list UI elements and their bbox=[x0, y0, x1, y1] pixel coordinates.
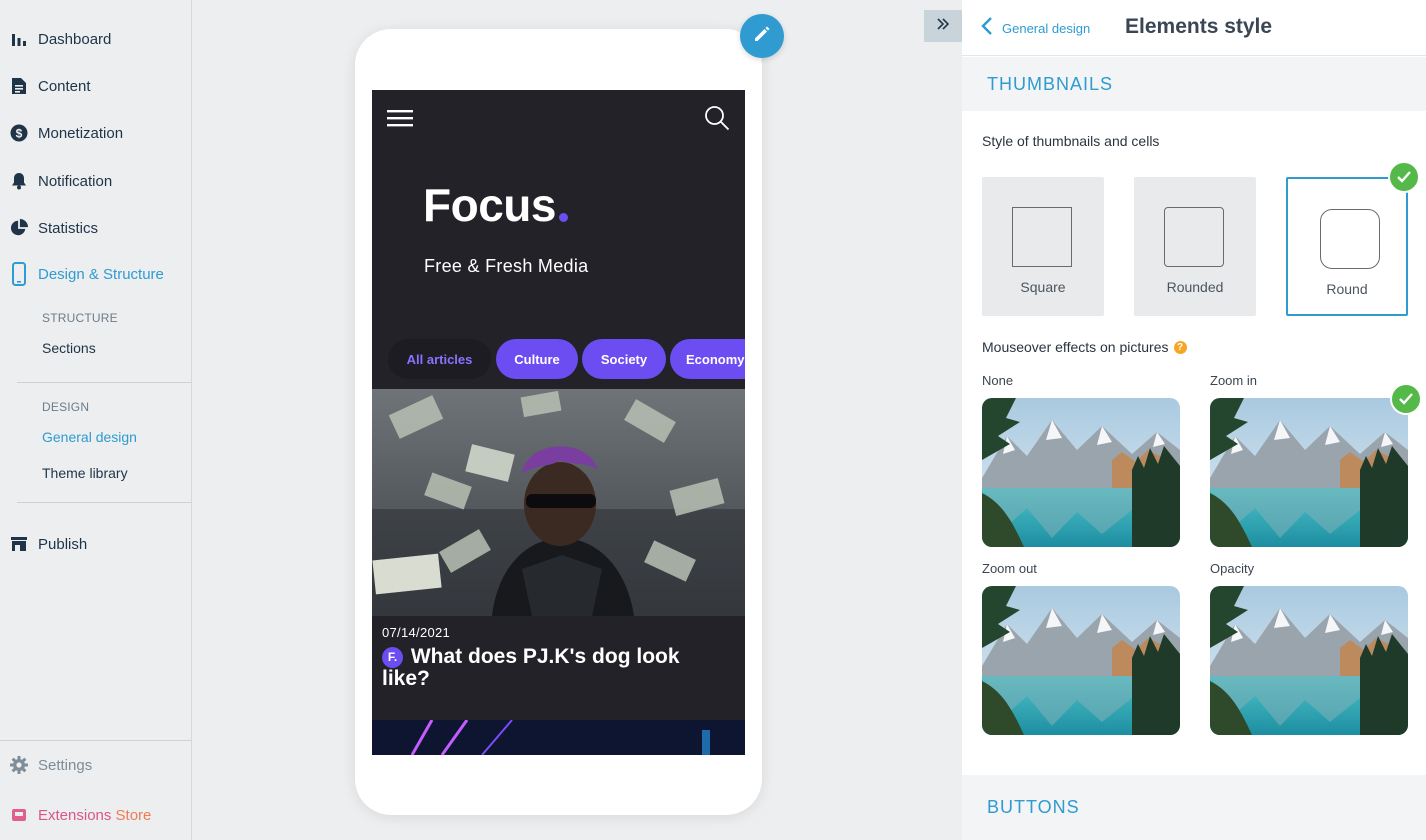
store-word: Store bbox=[115, 806, 152, 824]
edit-preview-button[interactable] bbox=[740, 14, 784, 58]
extensions-word: Extensions bbox=[38, 806, 112, 824]
article-title-text: What does PJ.K's dog look like? bbox=[382, 645, 680, 690]
thumb-option-label: Square bbox=[1020, 279, 1066, 295]
sidebar-item-label: Monetization bbox=[38, 124, 124, 142]
svg-text:$: $ bbox=[16, 127, 23, 141]
panel-title: Elements style bbox=[1125, 15, 1273, 38]
sidebar-item-dashboard[interactable]: Dashboard bbox=[0, 19, 191, 59]
landscape-image bbox=[982, 586, 1180, 735]
category-chip-all-articles[interactable]: All articles bbox=[388, 339, 491, 379]
sidebar: Dashboard Content $ Monetization Notific… bbox=[0, 0, 192, 840]
thumbnails-heading: THUMBNAILS bbox=[987, 73, 1114, 94]
effect-option-opacity[interactable] bbox=[1210, 586, 1408, 735]
search-icon[interactable] bbox=[704, 105, 730, 136]
thumb-option-square[interactable]: Square bbox=[982, 177, 1104, 316]
panel-header: General design Elements style bbox=[962, 0, 1426, 56]
next-article-image[interactable] bbox=[372, 720, 745, 755]
effect-label-zoom-out: Zoom out bbox=[982, 561, 1037, 576]
sidebar-item-label: Publish bbox=[38, 535, 88, 553]
effect-option-none[interactable] bbox=[982, 398, 1180, 547]
sidebar-item-label: Notification bbox=[38, 172, 113, 190]
mobile-icon bbox=[10, 262, 28, 286]
sidebar-item-label: Settings bbox=[38, 756, 93, 774]
sidebar-item-extensions-store[interactable]: Extensions Store bbox=[0, 795, 191, 835]
article-date: 07/14/2021 bbox=[382, 625, 451, 640]
sidebar-item-settings[interactable]: Settings bbox=[0, 745, 191, 785]
sidebar-item-label: Content bbox=[38, 77, 91, 95]
round-preview bbox=[1320, 209, 1380, 269]
sidebar-item-publish[interactable]: Publish bbox=[0, 524, 191, 564]
app-logo: Focus bbox=[423, 180, 568, 230]
phone-screen: Focus Free & Fresh Media All articles Cu… bbox=[372, 90, 745, 755]
rounded-preview bbox=[1164, 207, 1224, 267]
category-chip-culture[interactable]: Culture bbox=[496, 339, 578, 379]
sidebar-item-label: Design & Structure bbox=[38, 265, 164, 283]
thumb-option-rounded[interactable]: Rounded bbox=[1134, 177, 1256, 316]
mouseover-label: Mouseover effects on pictures bbox=[982, 339, 1169, 355]
store-icon bbox=[10, 535, 28, 553]
preview-canvas: Focus Free & Fresh Media All articles Cu… bbox=[192, 0, 962, 840]
bar-chart-icon bbox=[10, 30, 28, 48]
thumb-option-label: Rounded bbox=[1166, 279, 1224, 295]
mouseover-label-row: Mouseover effects on pictures ? bbox=[982, 339, 1187, 355]
landscape-image bbox=[1210, 398, 1408, 547]
sidebar-item-statistics[interactable]: Statistics bbox=[0, 208, 191, 248]
sidebar-item-design-structure[interactable]: Design & Structure bbox=[0, 254, 191, 294]
structure-heading: STRUCTURE bbox=[42, 311, 118, 325]
square-preview bbox=[1012, 207, 1072, 267]
divider bbox=[0, 740, 191, 741]
thumb-option-round[interactable]: Round bbox=[1286, 177, 1408, 316]
effect-label-none: None bbox=[982, 373, 1014, 388]
category-chip-society[interactable]: Society bbox=[582, 339, 666, 379]
hamburger-menu-icon[interactable] bbox=[387, 109, 413, 132]
back-link-label: General design bbox=[1002, 21, 1091, 36]
thumb-style-label: Style of thumbnails and cells bbox=[982, 133, 1160, 149]
selected-check-icon bbox=[1390, 383, 1422, 415]
sidebar-item-notification[interactable]: Notification bbox=[0, 161, 191, 201]
effect-option-zoom-in[interactable] bbox=[1210, 398, 1408, 547]
logo-text: Focus bbox=[423, 179, 556, 231]
back-link[interactable]: General design bbox=[980, 16, 1090, 41]
gear-icon bbox=[10, 756, 28, 774]
landscape-image bbox=[982, 398, 1180, 547]
category-chip-economy[interactable]: Economy bbox=[670, 339, 745, 379]
buttons-section-header[interactable]: BUTTONS bbox=[962, 775, 1426, 840]
effect-option-zoom-out[interactable] bbox=[982, 586, 1180, 735]
landscape-image bbox=[1210, 586, 1408, 735]
sidebar-item-label: Extensions Store bbox=[38, 807, 151, 824]
thumbnails-section-header[interactable]: THUMBNAILS bbox=[962, 57, 1426, 111]
divider bbox=[17, 502, 191, 503]
sidebar-item-content[interactable]: Content bbox=[0, 66, 191, 106]
article-title[interactable]: F. What does PJ.K's dog look like? bbox=[382, 646, 727, 690]
source-badge: F. bbox=[382, 646, 403, 668]
collapse-panel-button[interactable] bbox=[924, 10, 962, 42]
sidebar-item-label: Statistics bbox=[38, 219, 99, 237]
effect-label-opacity: Opacity bbox=[1210, 561, 1255, 576]
design-heading: DESIGN bbox=[42, 400, 90, 414]
chevron-left-icon bbox=[980, 16, 994, 41]
sidebar-subitem-theme-library[interactable]: Theme library bbox=[42, 465, 128, 481]
settings-panel: General design Elements style THUMBNAILS… bbox=[962, 0, 1426, 840]
double-chevron-right-icon bbox=[937, 17, 950, 35]
effect-label-zoom-in: Zoom in bbox=[1210, 373, 1257, 388]
selected-check-icon bbox=[1388, 161, 1420, 193]
article-image[interactable] bbox=[372, 389, 745, 616]
sidebar-subitem-general-design[interactable]: General design bbox=[42, 429, 137, 445]
sidebar-item-monetization[interactable]: $ Monetization bbox=[0, 113, 191, 153]
buttons-heading: BUTTONS bbox=[987, 797, 1080, 817]
dollar-icon: $ bbox=[10, 124, 28, 142]
thumb-option-label: Round bbox=[1326, 281, 1368, 297]
bell-icon bbox=[10, 172, 28, 190]
pie-chart-icon bbox=[10, 219, 28, 237]
divider bbox=[17, 382, 191, 383]
phone-frame: Focus Free & Fresh Media All articles Cu… bbox=[355, 29, 762, 815]
sidebar-item-label: Dashboard bbox=[38, 30, 112, 48]
app-tagline: Free & Fresh Media bbox=[424, 256, 589, 276]
document-icon bbox=[10, 77, 28, 95]
help-icon[interactable]: ? bbox=[1173, 340, 1187, 354]
logo-dot bbox=[558, 213, 568, 222]
pencil-icon bbox=[752, 24, 772, 49]
extensions-icon bbox=[10, 806, 28, 824]
sidebar-subitem-sections[interactable]: Sections bbox=[42, 340, 96, 356]
